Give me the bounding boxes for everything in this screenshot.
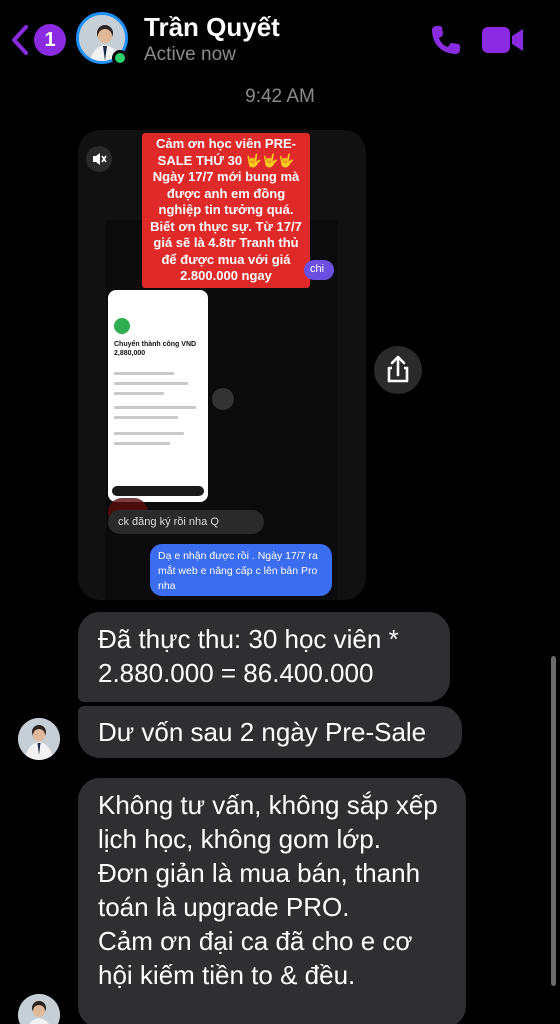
inner-gray-bubble: ck đăng ký rồi nha Q — [108, 510, 264, 534]
chat-header: 1 Trần Quyết Active now — [0, 0, 560, 80]
contact-status: Active now — [144, 44, 236, 65]
unread-badge: 1 — [34, 24, 66, 56]
receipt-line — [114, 372, 174, 375]
inner-purple-text: chi — [310, 263, 325, 275]
video-call-button[interactable] — [482, 26, 524, 54]
receipt-line — [114, 416, 178, 419]
success-check-icon — [114, 318, 130, 334]
voice-call-button[interactable] — [428, 22, 464, 58]
receipt-line — [114, 442, 170, 445]
receipt-line — [114, 392, 164, 395]
inner-blue-bubble: Dạ e nhận được rồi . Ngày 17/7 ra mắt we… — [150, 544, 332, 596]
sender-avatar[interactable] — [18, 718, 60, 760]
receipt-done-button — [112, 486, 204, 496]
receipt-title: Chuyển thành công VND 2,880,000 — [114, 341, 197, 357]
share-button[interactable] — [374, 346, 422, 394]
contact-name[interactable]: Trần Quyết — [144, 12, 280, 43]
message-bubble[interactable]: Dư vốn sau 2 ngày Pre-Sale — [78, 706, 462, 758]
inner-share-icon — [212, 388, 234, 410]
phone-icon — [432, 26, 460, 54]
message-bubble[interactable]: Không tư vấn, không sắp xếp lịch học, kh… — [78, 778, 466, 1024]
shared-video-attachment[interactable]: Cảm ơn học viên PRE-SALE THỨ 30 🤟🤟🤟 Ngày… — [78, 130, 366, 600]
online-indicator — [112, 50, 128, 66]
message-timestamp: 9:42 AM — [245, 86, 315, 107]
scrollbar[interactable] — [551, 656, 556, 986]
inner-purple-bubble: chi — [304, 260, 334, 280]
back-button[interactable]: 1 — [10, 20, 66, 60]
mute-icon[interactable] — [86, 146, 112, 172]
receipt-line — [114, 432, 184, 435]
video-caption: Cảm ơn học viên PRE-SALE THỨ 30 🤟🤟🤟 Ngày… — [142, 133, 310, 288]
back-chevron-icon — [12, 25, 28, 55]
receipt-line — [114, 406, 196, 409]
message-bubble[interactable]: Đã thực thu: 30 học viên * 2.880.000 = 8… — [78, 612, 450, 702]
sender-avatar[interactable] — [18, 994, 60, 1024]
video-camera-icon — [482, 27, 523, 53]
share-icon — [387, 355, 409, 383]
transfer-receipt-screenshot: Chuyển thành công VND 2,880,000 — [108, 290, 208, 502]
receipt-line — [114, 382, 188, 385]
